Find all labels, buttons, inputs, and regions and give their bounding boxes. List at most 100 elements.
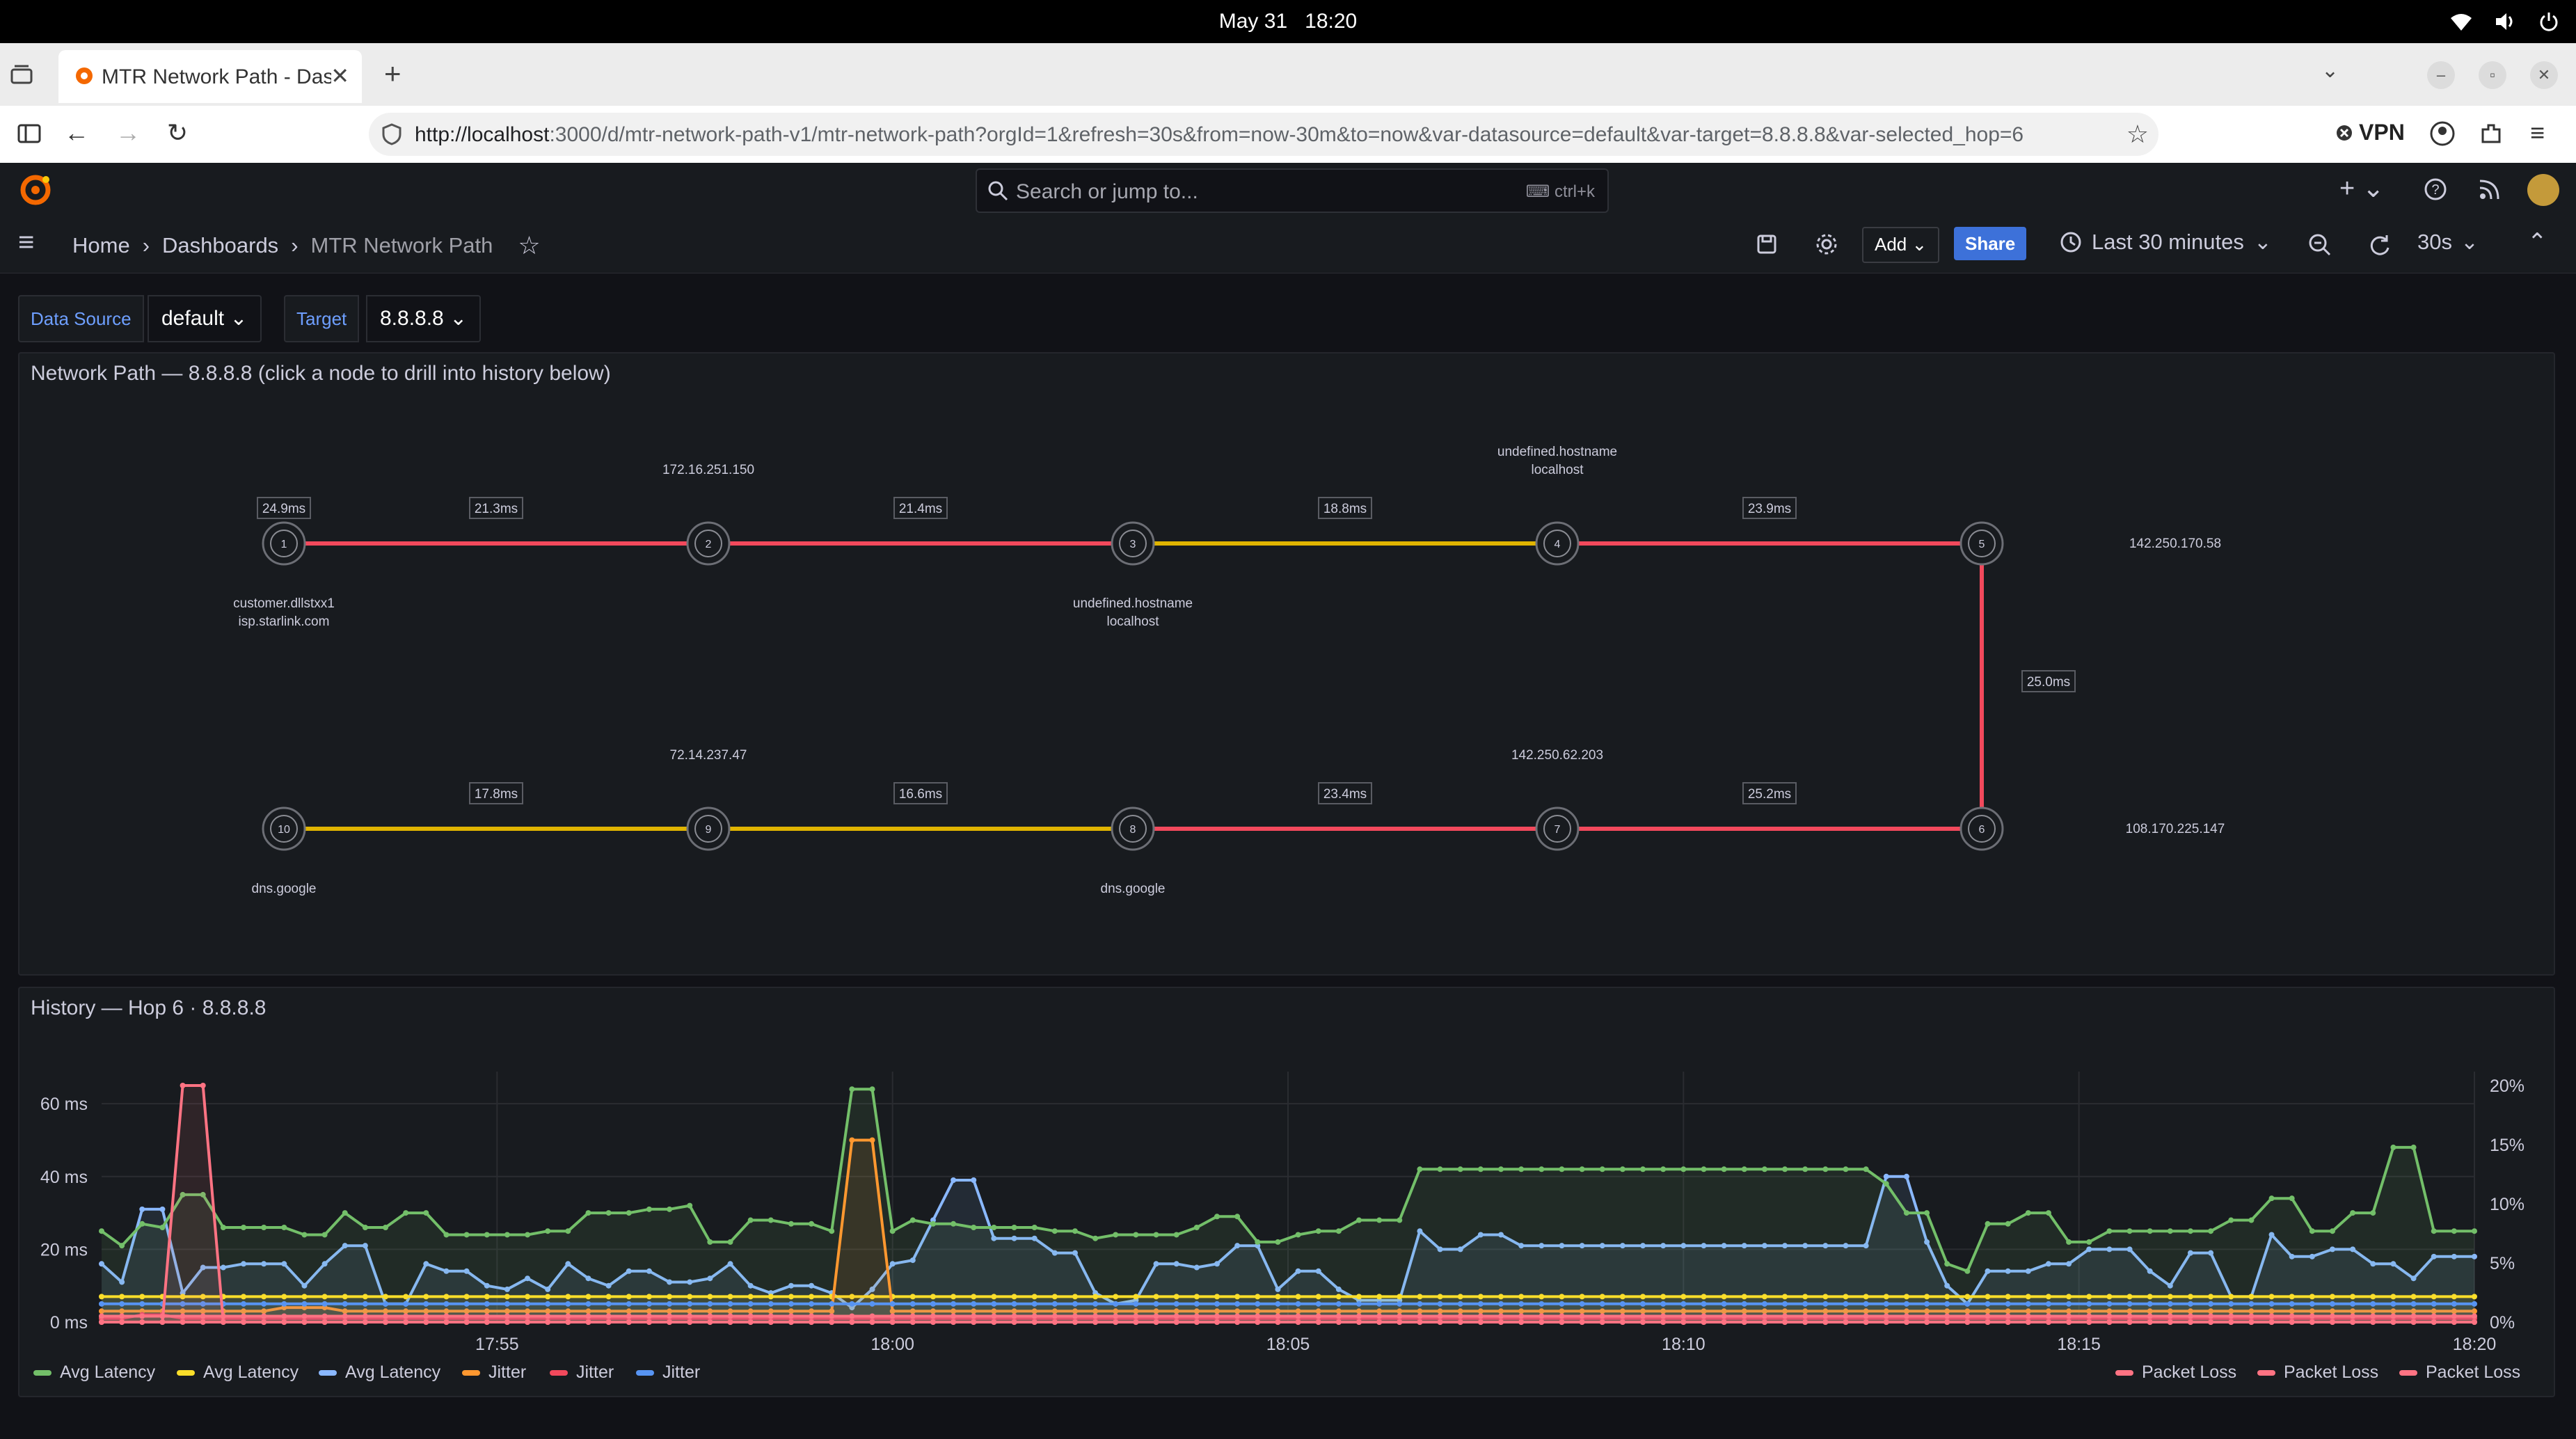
- series-point: [139, 1301, 145, 1307]
- series-point: [788, 1301, 794, 1307]
- series-point: [321, 1301, 328, 1307]
- series-point: [1964, 1294, 1971, 1300]
- series-point: [829, 1301, 835, 1307]
- datasource-variable-select[interactable]: default ⌄: [148, 295, 262, 342]
- series-point: [2309, 1313, 2315, 1319]
- hamburger-menu-icon[interactable]: ≡: [18, 227, 34, 258]
- url-path: :3000/d/mtr-network-path-v1/mtr-network-…: [549, 123, 2024, 146]
- target-variable-select[interactable]: 8.8.8.8 ⌄: [366, 295, 482, 342]
- legend-swatch: [2115, 1370, 2133, 1376]
- hop-node-2[interactable]: 2 172.16.251.150: [662, 463, 754, 566]
- help-icon[interactable]: ?: [2423, 177, 2448, 202]
- os-clock[interactable]: May 31 18:20: [0, 0, 2576, 43]
- node-hostname-label: 142.250.170.58: [2129, 536, 2221, 551]
- series-point: [2451, 1301, 2457, 1307]
- breadcrumb-current[interactable]: MTR Network Path: [311, 233, 493, 258]
- favorite-star-icon[interactable]: ☆: [518, 231, 540, 260]
- legend-item[interactable]: Jitter: [550, 1362, 614, 1383]
- refresh-interval-picker[interactable]: 30s ⌄: [2417, 230, 2479, 255]
- series-point: [1295, 1301, 1301, 1307]
- node-number: 3: [1130, 539, 1136, 550]
- hop-node-5[interactable]: 5 142.250.170.58: [1959, 521, 2221, 566]
- extensions-icon[interactable]: [2477, 120, 2505, 148]
- hop-node-3[interactable]: 3 undefined.hostname localhost: [1073, 521, 1193, 629]
- legend-item[interactable]: Jitter: [636, 1362, 700, 1383]
- minimize-icon[interactable]: –: [2427, 61, 2455, 89]
- legend-item[interactable]: Packet Loss: [2115, 1362, 2236, 1383]
- time-range-picker[interactable]: Last 30 minutes ⌄: [2060, 230, 2272, 255]
- browser-tab-active[interactable]: MTR Network Path - Dashboards ✕: [58, 50, 362, 103]
- reload-icon[interactable]: ↻: [167, 118, 188, 148]
- hop-node-6[interactable]: 6 108.170.225.147: [1959, 806, 2225, 851]
- edge-label-text: 23.9ms: [1748, 502, 1791, 516]
- network-path-graph[interactable]: 21.3ms 21.4ms 18.8ms 23.9ms 25.0ms 25.2ms 23.4…: [19, 353, 2554, 974]
- series-point: [1051, 1301, 1058, 1307]
- series-point: [200, 1313, 206, 1319]
- series-point: [1011, 1313, 1017, 1319]
- tab-overview-icon[interactable]: [10, 64, 33, 85]
- zoom-out-icon[interactable]: [2307, 232, 2332, 257]
- series-point: [951, 1294, 957, 1300]
- forward-icon[interactable]: →: [116, 118, 141, 148]
- new-menu-icon[interactable]: + ⌄: [2339, 173, 2385, 204]
- hop-node-9[interactable]: 9 72.14.237.47: [670, 748, 747, 851]
- series-point: [1255, 1239, 1261, 1245]
- settings-gear-icon[interactable]: [1813, 231, 1840, 257]
- sidebar-toggle-icon[interactable]: [17, 122, 42, 145]
- series-point: [1072, 1313, 1078, 1319]
- series-point: [1782, 1301, 1788, 1307]
- url-bar[interactable]: http://localhost:3000/d/mtr-network-path…: [369, 113, 2158, 156]
- hop-node-10[interactable]: 10 dns.google: [252, 806, 317, 896]
- tab-list-chevron-icon[interactable]: ⌄: [2321, 58, 2339, 83]
- vpn-status-icon: [2337, 125, 2352, 141]
- series-point: [1680, 1294, 1687, 1300]
- series-point: [1437, 1313, 1443, 1319]
- power-icon[interactable]: [2538, 11, 2559, 32]
- browser-menu-icon[interactable]: ≡: [2530, 118, 2545, 148]
- hop-node-4[interactable]: 4 undefined.hostname localhost: [1497, 445, 1617, 566]
- legend-item[interactable]: Avg Latency: [319, 1362, 440, 1383]
- legend-item[interactable]: Packet Loss: [2257, 1362, 2378, 1383]
- volume-icon[interactable]: [2494, 11, 2518, 32]
- tab-close-icon[interactable]: ✕: [331, 63, 349, 89]
- legend-label: Packet Loss: [2426, 1362, 2521, 1382]
- share-button[interactable]: Share: [1954, 227, 2027, 260]
- series-point: [909, 1313, 916, 1319]
- grafana-logo-icon[interactable]: [18, 173, 53, 207]
- legend-item[interactable]: Packet Loss: [2399, 1362, 2520, 1383]
- hop-node-1[interactable]: 1 customer.dllstxx1 isp.starlink.com: [233, 521, 335, 629]
- node-hostname-label: 108.170.225.147: [2126, 822, 2225, 836]
- series-point: [2208, 1313, 2214, 1319]
- legend-item[interactable]: Jitter: [462, 1362, 526, 1383]
- node-hostname-label: 142.250.62.203: [1511, 748, 1603, 763]
- search-input[interactable]: Search or jump to... ⌨ ctrl+k: [976, 168, 1609, 213]
- maximize-icon[interactable]: ▫: [2479, 61, 2506, 89]
- account-icon[interactable]: [2428, 120, 2456, 148]
- network-path-panel[interactable]: Network Path — 8.8.8.8 (click a node to …: [18, 352, 2555, 976]
- vpn-button[interactable]: VPN: [2335, 120, 2405, 145]
- node-number: 2: [706, 539, 712, 550]
- site-security-icon[interactable]: [380, 122, 404, 146]
- series-point: [2045, 1313, 2051, 1319]
- bookmark-star-icon[interactable]: ☆: [2126, 120, 2149, 149]
- window-close-icon[interactable]: ✕: [2530, 61, 2558, 89]
- new-tab-icon[interactable]: +: [384, 57, 401, 90]
- news-feed-icon[interactable]: [2477, 177, 2502, 202]
- save-dashboard-icon[interactable]: [1755, 232, 1779, 256]
- series-point: [2410, 1313, 2417, 1319]
- series-point: [1193, 1225, 1200, 1230]
- add-button[interactable]: Add ⌄: [1862, 227, 1940, 263]
- hop-node-7[interactable]: 7 142.250.62.203: [1511, 748, 1603, 851]
- refresh-icon[interactable]: [2367, 232, 2392, 257]
- hop-node-8[interactable]: 8 dns.google: [1101, 806, 1166, 896]
- back-icon[interactable]: ←: [64, 118, 89, 148]
- user-avatar[interactable]: [2527, 174, 2559, 206]
- wifi-icon[interactable]: [2449, 11, 2473, 32]
- history-chart[interactable]: 0 ms 20 ms 40 ms 60 ms 0% 5% 10% 15% 20% 17:55 18:…: [18, 987, 2552, 1394]
- legend-item[interactable]: Avg Latency: [33, 1362, 155, 1383]
- breadcrumb-dashboards[interactable]: Dashboards: [162, 233, 278, 258]
- breadcrumb-home[interactable]: Home: [72, 233, 130, 258]
- series-point: [1903, 1173, 1909, 1179]
- legend-item[interactable]: Avg Latency: [177, 1362, 299, 1383]
- collapse-toolbar-icon[interactable]: ⌃: [2527, 228, 2547, 256]
